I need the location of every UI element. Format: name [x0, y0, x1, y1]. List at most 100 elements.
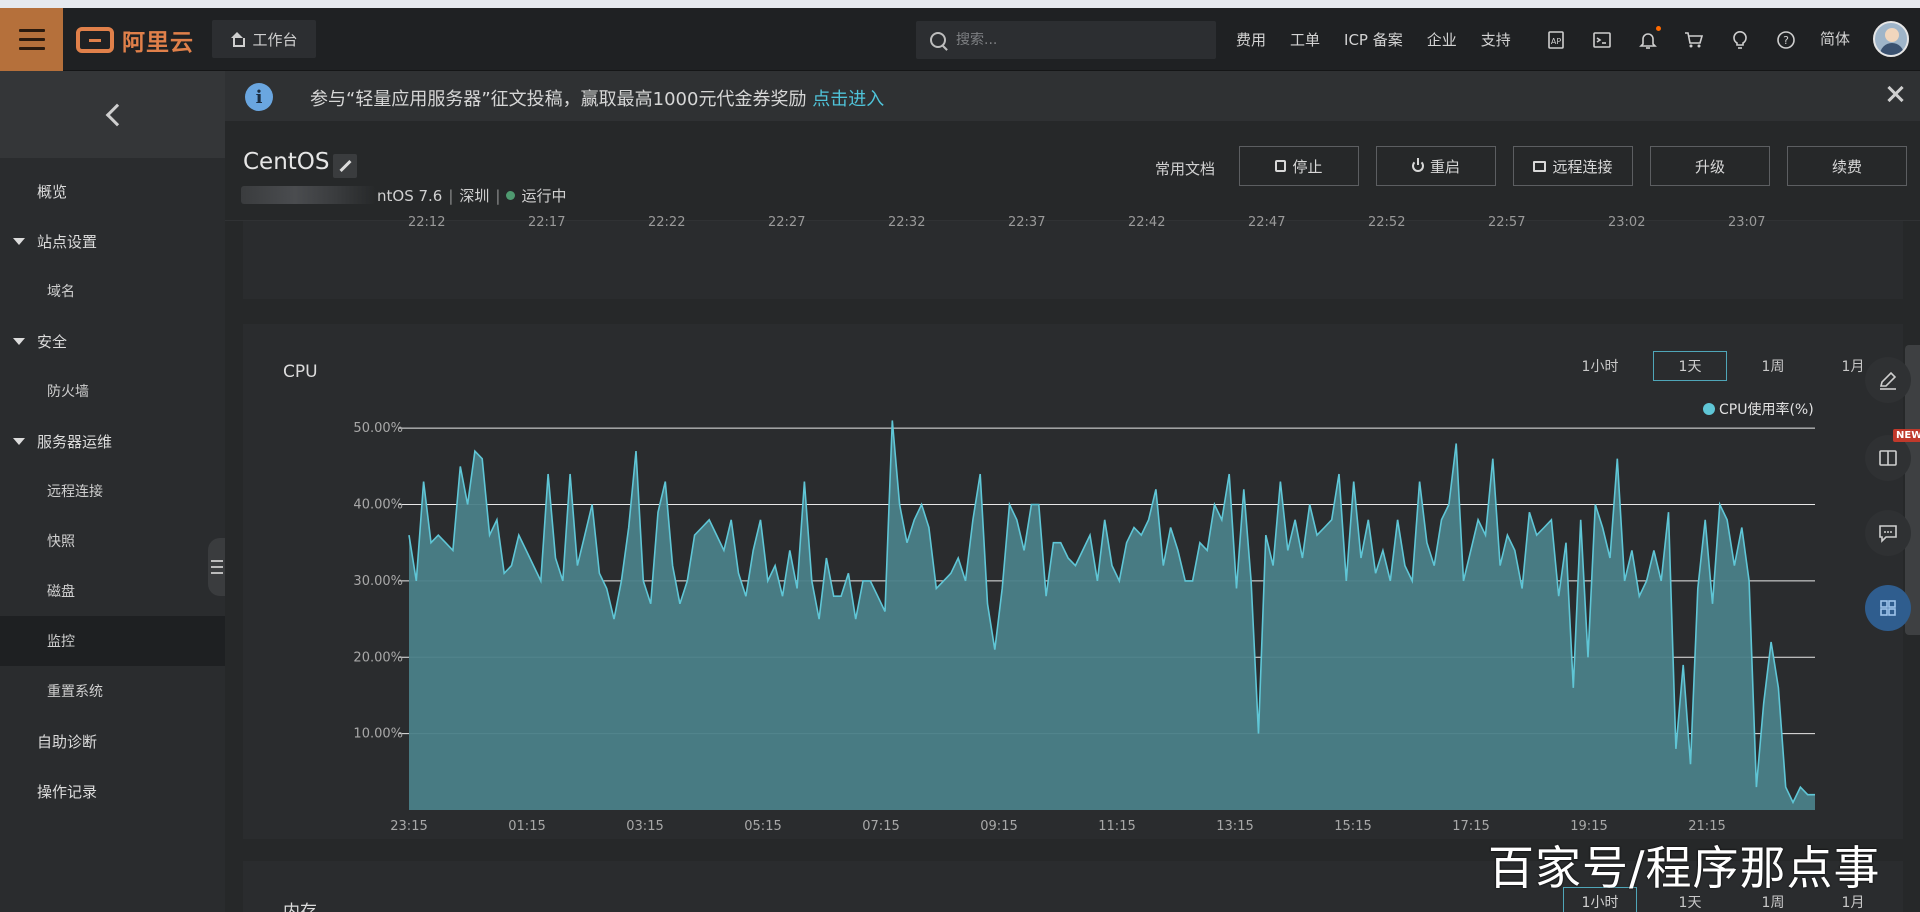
- sidebar-item-domain[interactable]: 域名: [0, 266, 225, 316]
- upgrade-button[interactable]: 升级: [1650, 146, 1770, 186]
- separator: |: [495, 186, 501, 205]
- cart-icon[interactable]: [1683, 29, 1705, 51]
- x-tick-label: 07:15: [862, 819, 899, 834]
- sidebar-item-firewall[interactable]: 防火墙: [0, 366, 225, 416]
- sidebar-item-self-diagnosis[interactable]: 自助诊断: [0, 716, 225, 766]
- top-links: 费用 工单 ICP 备案 企业 支持: [1236, 8, 1535, 71]
- link-enterprise[interactable]: 企业: [1427, 29, 1457, 50]
- y-tick-label: 40.00%: [353, 498, 403, 513]
- previous-chart-ticks: 22:12 22:17 22:22 22:27 22:32 22:37 22:42 22:47…: [243, 215, 1903, 235]
- browser-strip: [0, 0, 1920, 8]
- sidebar-item-label: 磁盘: [47, 584, 75, 600]
- bulb-icon[interactable]: [1729, 29, 1751, 51]
- separator: |: [448, 186, 454, 205]
- instance-region: 深圳: [459, 187, 490, 205]
- search-icon[interactable]: [930, 32, 946, 48]
- terminal-icon[interactable]: [1591, 29, 1613, 51]
- redacted-id: [241, 186, 376, 204]
- previous-x-tick-label: 23:07: [1728, 215, 1766, 230]
- upgrade-label: 升级: [1694, 157, 1725, 176]
- notification-dot: [1656, 25, 1661, 31]
- notice-link[interactable]: 点击进入: [812, 89, 884, 110]
- brand-name: 阿里云: [122, 30, 194, 56]
- link-support[interactable]: 支持: [1481, 29, 1511, 50]
- restart-button[interactable]: 重启: [1376, 146, 1496, 186]
- y-tick-label: 50.00%: [353, 421, 403, 436]
- sidebar-item-remote-connect[interactable]: 远程连接: [0, 466, 225, 516]
- api-icon[interactable]: AP: [1545, 29, 1567, 51]
- monitor-icon: [1533, 160, 1547, 172]
- home-icon: [230, 32, 246, 47]
- link-icp[interactable]: ICP 备案: [1344, 29, 1403, 50]
- book-icon: [1879, 450, 1897, 466]
- sidebar-back-button[interactable]: [0, 71, 225, 158]
- aliyun-logo[interactable]: 阿里云: [76, 24, 194, 56]
- previous-x-tick-label: 22:47: [1248, 215, 1286, 230]
- sidebar-group-server-ops[interactable]: 服务器运维: [0, 416, 225, 466]
- restart-label: 重启: [1429, 157, 1460, 176]
- legend-dot: [1703, 403, 1715, 415]
- sidebar-item-overview[interactable]: 概览: [0, 166, 225, 216]
- sidebar-item-label: 防火墙: [47, 384, 89, 400]
- link-tickets[interactable]: 工单: [1290, 29, 1320, 50]
- notice-message: 参与“轻量应用服务器”征文投稿，赢取最高1000元代金券奖励: [310, 89, 807, 110]
- svg-text:?: ?: [1783, 34, 1789, 47]
- x-tick-label: 09:15: [980, 819, 1017, 834]
- x-tick-label: 23:15: [390, 819, 427, 834]
- sidebar-item-disk[interactable]: 磁盘: [0, 566, 225, 616]
- edit-icon[interactable]: [333, 154, 357, 178]
- remote-connect-button[interactable]: 远程连接: [1513, 146, 1633, 186]
- legend-label[interactable]: CPU使用率(%): [1719, 401, 1814, 418]
- new-badge: NEW: [1893, 429, 1920, 442]
- x-tick-label: 03:15: [626, 819, 663, 834]
- apps-button[interactable]: [1865, 585, 1911, 631]
- y-tick-label: 10.00%: [353, 727, 403, 742]
- workbench-button[interactable]: 工作台: [212, 20, 316, 58]
- stop-button[interactable]: 停止: [1239, 146, 1359, 186]
- instance-meta: ntOS 7.6 | 深圳 | 运行中: [377, 185, 567, 206]
- search-input[interactable]: [956, 32, 1186, 48]
- list-icon: [210, 560, 223, 574]
- help-icon[interactable]: ?: [1775, 29, 1797, 51]
- chat-button[interactable]: [1865, 510, 1911, 556]
- notice-bar: i 参与“轻量应用服务器”征文投稿，赢取最高1000元代金券奖励 点击进入: [225, 71, 1920, 121]
- sidebar-group-site-settings[interactable]: 站点设置: [0, 216, 225, 266]
- cpu-card: CPU 1小时 1天 1周 1月 10.00% 20.00% 30.00% 40.00…: [243, 324, 1903, 839]
- y-tick-label: 20.00%: [353, 650, 403, 665]
- hamburger-menu-icon[interactable]: [0, 8, 63, 71]
- instance-status: 运行中: [521, 187, 567, 205]
- pencil-icon: [1879, 371, 1897, 390]
- stop-label: 停止: [1292, 157, 1323, 176]
- previous-x-tick-label: 23:02: [1608, 215, 1646, 230]
- sidebar-item-label: 域名: [47, 284, 75, 300]
- chevron-left-icon: [105, 103, 128, 126]
- language-switch[interactable]: 简体: [1820, 28, 1850, 49]
- status-dot-icon: [506, 191, 516, 200]
- docs-link[interactable]: 常用文档: [1155, 158, 1215, 179]
- feedback-edit-button[interactable]: [1865, 357, 1911, 403]
- sidebar-item-monitor[interactable]: 监控: [0, 616, 225, 666]
- user-avatar[interactable]: [1873, 21, 1909, 57]
- bell-icon[interactable]: [1637, 25, 1661, 51]
- workbench-label: 工作台: [252, 30, 298, 49]
- sidebar-collapse-handle[interactable]: [208, 538, 225, 596]
- memory-card-title: 内存: [283, 902, 317, 912]
- previous-x-tick-label: 22:22: [648, 215, 686, 230]
- sidebar-item-reset-system[interactable]: 重置系统: [0, 666, 225, 716]
- info-icon: i: [245, 83, 273, 111]
- previous-x-tick-label: 22:17: [528, 215, 566, 230]
- previous-x-tick-label: 22:12: [408, 215, 446, 230]
- aliyun-logo-icon: [76, 27, 114, 53]
- instance-os: ntOS 7.6: [377, 186, 443, 205]
- sidebar-item-label: 监控: [47, 634, 75, 650]
- sidebar-item-operation-log[interactable]: 操作记录: [0, 766, 225, 816]
- renew-button[interactable]: 续费: [1787, 146, 1907, 186]
- link-billing[interactable]: 费用: [1236, 29, 1266, 50]
- sidebar-item-snapshot[interactable]: 快照: [0, 516, 225, 566]
- sidebar-group-security[interactable]: 安全: [0, 316, 225, 366]
- close-icon[interactable]: [1884, 83, 1906, 105]
- sidebar-item-label: 安全: [37, 332, 68, 351]
- x-tick-label: 13:15: [1216, 819, 1253, 834]
- watermark: 百家号/程序那点事: [1488, 841, 1881, 895]
- search-box: [916, 21, 1216, 59]
